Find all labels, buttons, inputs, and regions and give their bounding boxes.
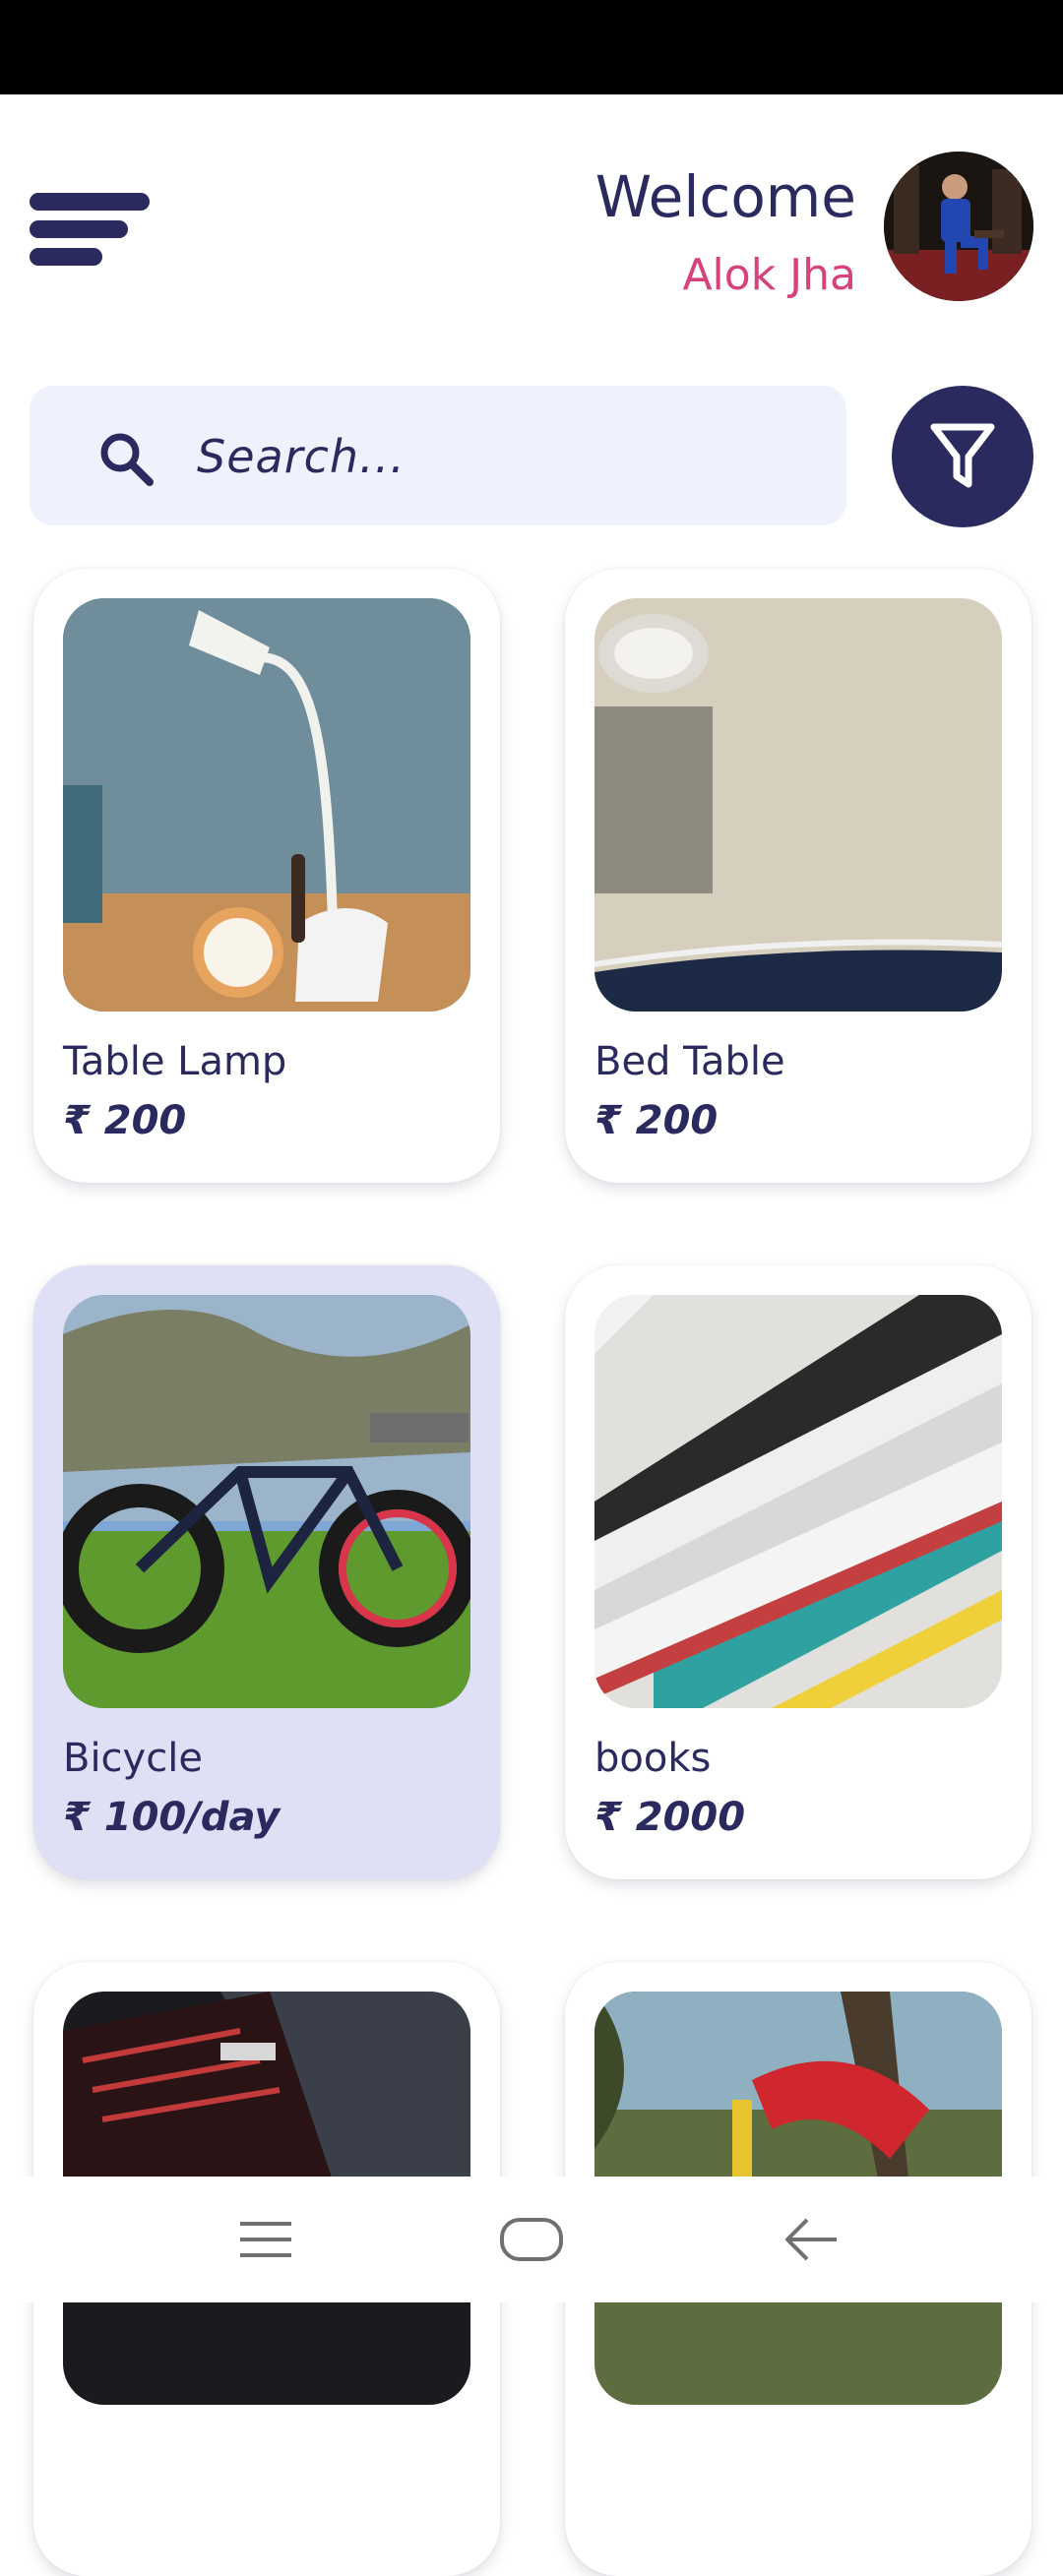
recent-apps-button[interactable] [167,2177,364,2302]
product-title: Bed Table [594,1039,785,1084]
filter-icon [930,423,995,488]
product-image [63,598,470,1012]
home-button[interactable] [433,2177,630,2302]
product-price: ₹ 200 [594,1098,719,1143]
home-icon [500,2218,563,2261]
product-price: ₹ 200 [63,1098,187,1143]
product-card-bed-table[interactable]: Bed Table ₹ 200 [565,569,1032,1183]
product-price: ₹ 100/day [63,1795,281,1840]
hamburger-menu-icon[interactable] [30,193,150,272]
back-button[interactable] [713,2177,909,2302]
product-card-books[interactable]: books ₹ 2000 [565,1265,1032,1879]
system-navigation-bar [0,2177,1063,2302]
search-icon [100,433,154,486]
back-arrow-icon [785,2218,837,2261]
search-bar [30,386,846,525]
welcome-title: Welcome [594,163,856,230]
product-image [594,1295,1002,1708]
product-image [594,598,1002,1012]
user-avatar[interactable] [884,152,1033,301]
search-input[interactable] [195,413,809,500]
product-card-table-lamp[interactable]: Table Lamp ₹ 200 [33,569,500,1183]
product-title: Bicycle [63,1736,203,1781]
product-card-bicycle[interactable]: Bicycle ₹ 100/day [33,1265,500,1879]
menu-lines-icon [240,2222,291,2257]
status-bar [0,0,1063,94]
filter-button[interactable] [892,386,1033,527]
product-title: books [594,1736,712,1781]
product-title: Table Lamp [63,1039,287,1084]
user-name: Alok Jha [682,250,856,300]
product-price: ₹ 2000 [594,1795,746,1840]
product-image [63,1295,470,1708]
